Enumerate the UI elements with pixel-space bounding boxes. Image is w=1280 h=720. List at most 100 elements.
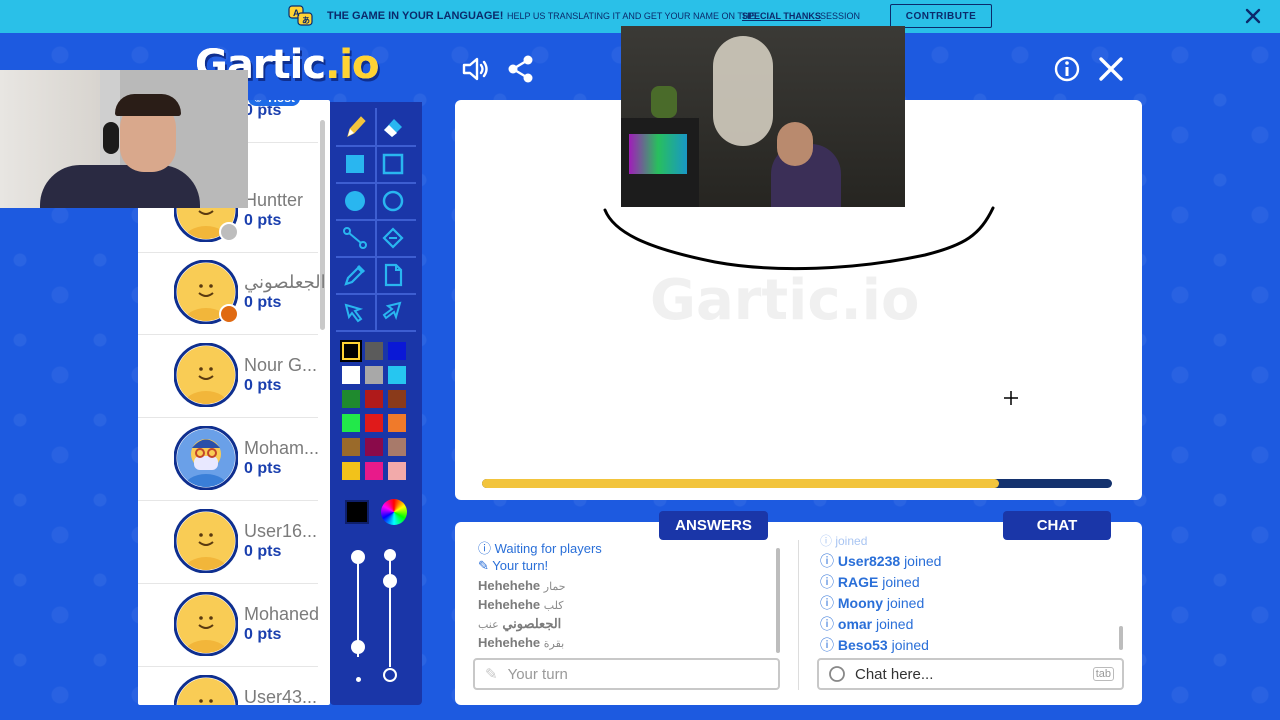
chat-partial-message: ⓘ joined	[820, 534, 868, 548]
opacity-handle[interactable]	[383, 574, 397, 588]
color-swatch[interactable]	[388, 390, 406, 408]
player-status-dot	[219, 222, 239, 242]
player-status-dot	[219, 304, 239, 324]
color-swatch[interactable]	[388, 366, 406, 384]
color-wheel-icon[interactable]	[381, 499, 407, 525]
chat-bubble-icon	[829, 666, 845, 682]
close-icon[interactable]	[1244, 7, 1262, 25]
tab-answers[interactable]: ANSWERS	[659, 511, 768, 540]
chat-input[interactable]: Chat here... tab	[817, 658, 1124, 690]
player-points: 0 pts	[244, 294, 282, 311]
svg-text:A: A	[293, 8, 300, 18]
answer-input[interactable]: ✎ Your turn	[473, 658, 780, 690]
player-name: Moham...	[244, 438, 320, 458]
crosshair-cursor	[1004, 391, 1018, 405]
smile-icon: ☺	[252, 100, 264, 105]
new-page-icon[interactable]	[378, 260, 408, 290]
drawing-toolbar	[330, 102, 422, 705]
player-item[interactable]: الجعلصوني 0 pts	[138, 252, 326, 335]
contribute-button[interactable]: CONTRIBUTE	[890, 4, 992, 28]
chat-join-message: ⓘ RAGE joined	[820, 574, 920, 590]
opacity-ring-icon	[383, 668, 397, 682]
redo-icon[interactable]	[378, 297, 408, 327]
close-game-icon[interactable]	[1096, 54, 1126, 84]
player-name: Nour G...	[244, 355, 318, 375]
chat-join-message: ⓘ Beso53 joined	[820, 637, 929, 653]
color-swatch[interactable]	[342, 414, 360, 432]
answer-guess: Hehehehe كلب	[478, 597, 564, 612]
webcam-left	[0, 70, 248, 208]
player-name: User16...	[244, 521, 318, 541]
color-swatch[interactable]	[342, 462, 360, 480]
player-points: 0 pts	[244, 626, 282, 643]
players-scrollbar[interactable]	[320, 120, 325, 330]
chat-scrollbar[interactable]	[1119, 626, 1123, 650]
color-swatch[interactable]	[342, 390, 360, 408]
player-avatar-icon	[174, 426, 238, 490]
player-name: الجعلصوني	[244, 272, 326, 292]
undo-icon[interactable]	[340, 297, 370, 327]
chat-join-message: ⓘ omar joined	[820, 616, 914, 632]
line-tool-icon[interactable]	[340, 223, 370, 253]
color-swatch[interactable]	[340, 340, 362, 362]
color-swatch[interactable]	[388, 462, 406, 480]
player-avatar-icon	[174, 675, 238, 705]
color-swatch[interactable]	[342, 438, 360, 456]
filled-circle-icon[interactable]	[340, 186, 370, 216]
tab-hint: tab	[1092, 667, 1114, 681]
answers-scrollbar[interactable]	[776, 548, 780, 653]
player-item[interactable]: User43...0 pts	[138, 667, 318, 705]
chat-join-message: ⓘ User8238 joined	[820, 553, 942, 569]
webcam-center	[621, 26, 905, 207]
player-avatar-icon	[174, 343, 238, 407]
banner-subtitle: HELP US TRANSLATING IT AND GET YOUR NAME…	[507, 11, 756, 21]
player-item[interactable]: User16... 0 pts	[138, 501, 318, 584]
color-swatch[interactable]	[365, 390, 383, 408]
svg-text:あ: あ	[302, 16, 310, 25]
player-name: Mohaned	[244, 604, 320, 624]
pencil-input-icon: ✎	[485, 666, 498, 683]
player-item[interactable]: Moham... 0 pts	[138, 418, 319, 501]
color-swatch[interactable]	[388, 342, 406, 360]
answer-turn-message: ✎ Your turn!	[478, 558, 549, 573]
info-icon[interactable]	[1052, 54, 1082, 84]
player-points: 0 pts	[244, 460, 282, 477]
circle-outline-icon[interactable]	[378, 186, 408, 216]
player-item[interactable]: Mohaned 0 pts	[138, 584, 319, 667]
color-swatch[interactable]	[342, 366, 360, 384]
banner-title: THE GAME IN YOUR LANGUAGE!	[327, 10, 504, 22]
filled-rectangle-icon[interactable]	[340, 149, 370, 179]
share-icon[interactable]	[506, 54, 536, 84]
player-points: 0 pts	[244, 377, 282, 394]
eraser-icon[interactable]	[378, 112, 408, 142]
rectangle-outline-icon[interactable]	[378, 149, 408, 179]
color-swatch[interactable]	[388, 414, 406, 432]
color-swatch[interactable]	[365, 462, 383, 480]
color-swatch[interactable]	[388, 438, 406, 456]
player-avatar-icon	[174, 509, 238, 573]
fill-bucket-icon[interactable]	[378, 223, 408, 253]
color-swatch[interactable]	[365, 366, 383, 384]
brush-size-slider[interactable]	[351, 550, 365, 564]
turn-timer-bar	[482, 479, 1112, 488]
speaker-icon[interactable]	[460, 54, 490, 84]
player-name: Huntter	[244, 190, 304, 210]
current-color-swatch	[345, 500, 369, 524]
player-item[interactable]: Nour G... 0 pts	[138, 335, 318, 418]
banner-suffix: SESSION	[820, 11, 861, 21]
answer-system-message: ⓘ Waiting for players	[478, 541, 602, 556]
special-thanks-link[interactable]: SPECIAL THANKS	[742, 11, 821, 21]
translate-icon: A あ	[288, 5, 313, 26]
timer-fill	[482, 479, 999, 488]
color-swatch[interactable]	[365, 414, 383, 432]
color-swatch[interactable]	[365, 342, 383, 360]
answer-guess: Hehehehe حمار	[478, 578, 566, 593]
tab-chat[interactable]: CHAT	[1003, 511, 1111, 540]
brush-size-handle[interactable]	[351, 640, 365, 654]
player-points: 0 pts	[244, 543, 282, 560]
opacity-slider[interactable]	[384, 549, 396, 561]
color-swatch[interactable]	[365, 438, 383, 456]
pencil-icon[interactable]	[340, 112, 370, 142]
player-name: User43...	[244, 687, 318, 705]
eyedropper-icon[interactable]	[340, 260, 370, 290]
